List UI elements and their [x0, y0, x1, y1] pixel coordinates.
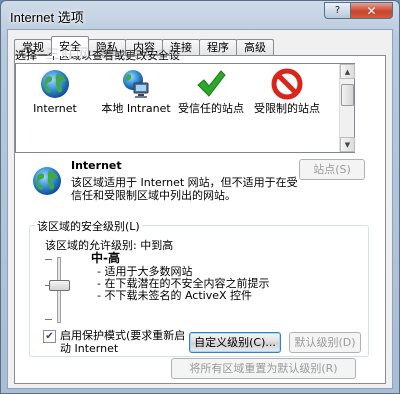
- tab-programs[interactable]: 程序: [199, 39, 237, 56]
- security-level-group-title: 该区域的安全级别(L): [35, 218, 142, 234]
- protected-mode-label: 启用保护模式(要求重新启动 Internet: [60, 329, 186, 355]
- zone-label-internet: Internet: [33, 102, 77, 115]
- help-icon: ?: [334, 5, 341, 16]
- close-icon: ✕: [366, 3, 377, 18]
- scroll-up-arrow-icon[interactable]: ▲: [340, 64, 355, 79]
- selected-zone-title: Internet: [71, 159, 122, 172]
- globe-icon: [39, 68, 71, 100]
- zone-restricted-sites[interactable]: 受限制的站点: [250, 68, 324, 115]
- level-bullet: - 不下载未签名的 ActiveX 控件: [97, 289, 253, 302]
- window-title: Internet 选项: [10, 10, 84, 25]
- zone-trusted-sites[interactable]: 受信任的站点: [174, 68, 248, 115]
- default-level-button[interactable]: 默认级别(D): [289, 332, 361, 353]
- checkmark-icon: [195, 68, 227, 100]
- protected-mode-checkbox[interactable]: ✔: [43, 330, 56, 343]
- help-button[interactable]: ?: [324, 2, 350, 19]
- protected-mode-row[interactable]: ✔ 启用保护模式(要求重新启动 Internet: [43, 329, 190, 355]
- slider-tick: [45, 259, 52, 260]
- reset-all-zones-button[interactable]: 将所有区域重置为默认级别(R): [171, 358, 356, 379]
- tab-security[interactable]: 安全: [51, 36, 89, 56]
- zone-list: Internet 本地 Intranet 受信任的站点 受限制的站点 ▲ ▼: [15, 63, 355, 153]
- security-level-bullets: - 适用于大多数网站 - 在下载潜在的不安全内容之前提示 - 不下载未签名的 A…: [97, 266, 269, 302]
- selected-zone-description: 该区域适用于 Internet 网站，但不适用于在受信任和受限制区域中列出的网站…: [71, 176, 298, 202]
- slider-thumb[interactable]: [49, 280, 70, 291]
- custom-level-button[interactable]: 自定义级别(C)...: [189, 332, 281, 353]
- zone-label-local-intranet: 本地 Intranet: [101, 102, 171, 115]
- title-buttons: ? ✕: [324, 2, 393, 19]
- tab-advanced[interactable]: 高级: [236, 39, 274, 56]
- restricted-icon: [271, 68, 303, 100]
- sites-button[interactable]: 站点(S): [299, 159, 365, 180]
- local-intranet-icon: [120, 68, 152, 100]
- scroll-thumb[interactable]: [341, 84, 354, 106]
- zone-local-intranet[interactable]: 本地 Intranet: [100, 68, 172, 115]
- zone-select-label: 选择一个区域以查看或更改安全设: [15, 49, 180, 62]
- zone-internet[interactable]: Internet: [18, 68, 92, 115]
- zone-list-scrollbar[interactable]: ▲ ▼: [339, 64, 355, 152]
- zone-label-trusted-sites: 受信任的站点: [178, 102, 244, 115]
- selected-zone-globe-icon: [31, 165, 63, 197]
- internet-options-window: Internet 选项 ? ✕ 三联网 3LIAN.COM 常规 安全 隐私 内…: [0, 0, 400, 394]
- slider-tick: [45, 319, 52, 320]
- security-level-name: 中-高: [91, 251, 120, 265]
- close-button[interactable]: ✕: [350, 2, 393, 19]
- zone-label-restricted-sites: 受限制的站点: [254, 102, 320, 115]
- title-bar[interactable]: Internet 选项 ? ✕: [1, 1, 399, 29]
- scroll-down-arrow-icon[interactable]: ▼: [340, 137, 355, 152]
